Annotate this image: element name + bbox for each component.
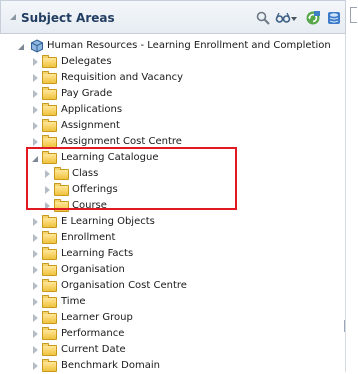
refresh-icon[interactable] — [305, 9, 321, 27]
expand-triangle-icon[interactable] — [42, 182, 52, 198]
tree-item-label: Applications — [61, 104, 123, 115]
folder-icon — [42, 87, 57, 100]
tree-item-label: Performance — [61, 328, 125, 339]
expand-triangle-icon[interactable] — [30, 86, 40, 102]
tree-item-label: Time — [61, 296, 86, 307]
database-icon[interactable] — [326, 9, 342, 27]
folder-icon — [42, 103, 57, 116]
expand-triangle-icon[interactable] — [30, 118, 40, 134]
tree-item-label: Enrollment — [61, 232, 116, 243]
folder-icon — [42, 231, 57, 244]
folder-icon — [42, 151, 57, 164]
tree-item-label: Assignment — [61, 120, 120, 131]
tree-root-label: Human Resources - Learning Enrollment an… — [47, 40, 331, 51]
adjacent-panel-edge — [350, 7, 357, 23]
folder-icon — [54, 199, 69, 212]
expand-triangle-icon[interactable] — [30, 310, 40, 326]
tree-item-label: Class — [72, 168, 99, 179]
folder-icon — [42, 295, 57, 308]
folder-icon — [42, 311, 57, 324]
folder-icon — [42, 279, 57, 292]
expand-triangle-icon[interactable] — [30, 278, 40, 294]
folder-icon — [54, 183, 69, 196]
expand-triangle-icon[interactable] — [30, 246, 40, 262]
scrollbar-marker[interactable] — [344, 320, 345, 332]
tree-item-label: Learning Facts — [61, 248, 134, 259]
folder-icon — [42, 359, 57, 372]
expand-triangle-icon[interactable] — [42, 198, 52, 214]
panel-title: Subject Areas — [21, 11, 115, 25]
panel-header: Subject Areas — [0, 0, 346, 34]
folder-icon — [42, 119, 57, 132]
expand-triangle-icon[interactable] — [30, 230, 40, 246]
folder-icon — [42, 215, 57, 228]
subject-areas-panel: Subject Areas Human Resources - Learning… — [0, 0, 346, 372]
expand-triangle-icon[interactable] — [30, 262, 40, 278]
folder-icon — [42, 55, 57, 68]
folder-icon — [42, 135, 57, 148]
folder-icon — [42, 247, 57, 260]
tree-item-label: Requisition and Vacancy — [61, 72, 184, 83]
folder-icon — [42, 263, 57, 276]
tree-item-label: E Learning Objects — [61, 216, 155, 227]
dropdown-arrow-icon[interactable] — [291, 9, 298, 27]
tree-item-label: Learner Group — [61, 312, 133, 323]
glasses-icon[interactable] — [275, 9, 291, 27]
folder-icon — [42, 71, 57, 84]
collapse-panel-icon[interactable] — [10, 14, 16, 20]
collapse-triangle-icon[interactable] — [17, 38, 27, 54]
cube-icon — [31, 39, 43, 53]
tree-item-label: Assignment Cost Centre — [61, 136, 182, 147]
expand-triangle-icon[interactable] — [30, 70, 40, 86]
tree-item-label: Organisation Cost Centre — [61, 280, 187, 291]
tree-item-label: Current Date — [61, 344, 126, 355]
search-icon[interactable] — [255, 9, 271, 27]
expand-triangle-icon[interactable] — [30, 342, 40, 358]
tree-item-label: Delegates — [61, 56, 112, 67]
tree-item-label: Course — [72, 200, 107, 211]
expand-triangle-icon[interactable] — [30, 54, 40, 70]
expand-triangle-icon[interactable] — [42, 166, 52, 182]
expand-triangle-icon[interactable] — [30, 102, 40, 118]
expand-triangle-icon[interactable] — [30, 326, 40, 342]
folder-icon — [54, 167, 69, 180]
folder-icon — [42, 343, 57, 356]
tree-item-label: Learning Catalogue — [61, 152, 159, 163]
expand-triangle-icon[interactable] — [30, 294, 40, 310]
collapse-triangle-icon[interactable] — [31, 150, 41, 166]
tree-item-label: Organisation — [61, 264, 125, 275]
expand-triangle-icon[interactable] — [30, 134, 40, 150]
tree-item-label: Offerings — [72, 184, 118, 195]
expand-triangle-icon[interactable] — [30, 214, 40, 230]
folder-icon — [42, 327, 57, 340]
tree-item-label: Pay Grade — [61, 88, 113, 99]
